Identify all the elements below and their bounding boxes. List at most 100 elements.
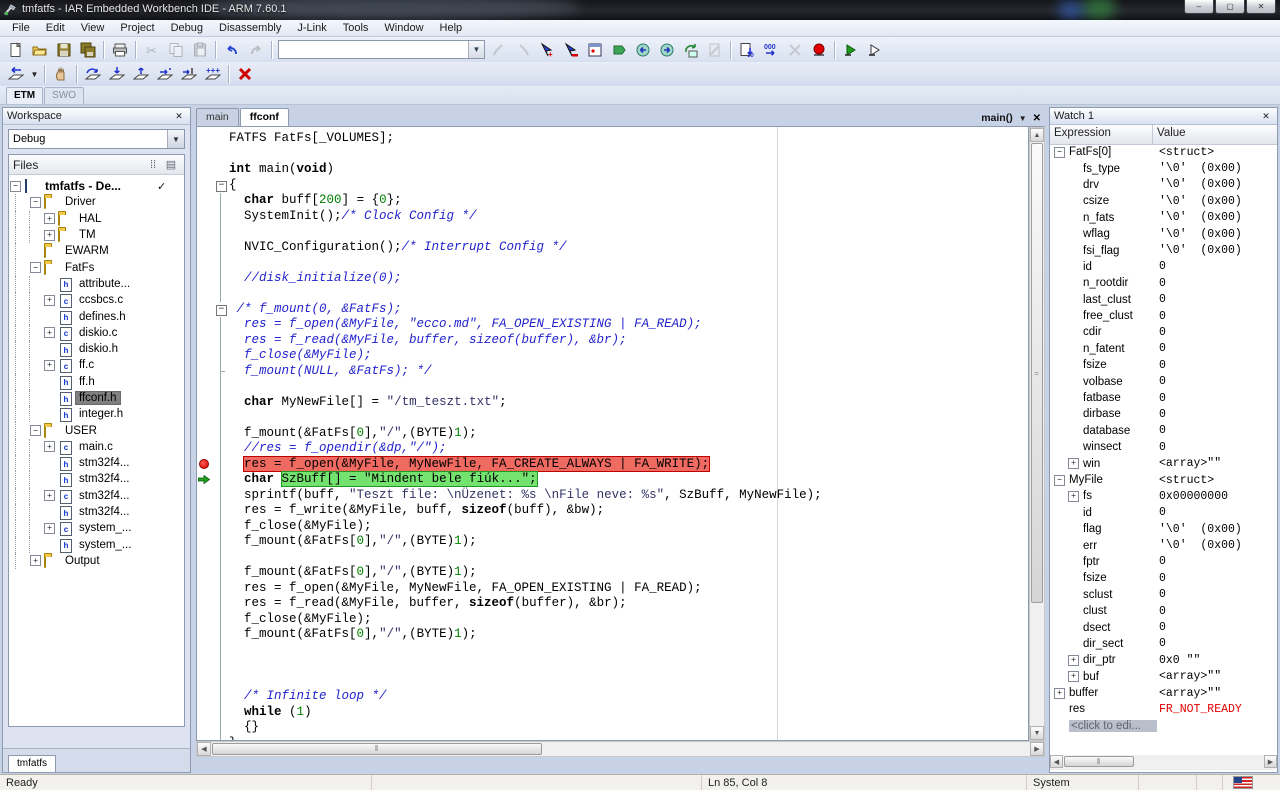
- watch-row-free-clust[interactable]: +free_clust0: [1050, 308, 1277, 324]
- navigate-back-button[interactable]: [631, 39, 655, 61]
- scroll-right-icon[interactable]: ▶: [1264, 755, 1277, 768]
- navigate-forward-button[interactable]: [655, 39, 679, 61]
- watch-row-sclust[interactable]: +sclust0: [1050, 587, 1277, 603]
- watch-row-dsect[interactable]: +dsect0: [1050, 619, 1277, 635]
- tree-item-tmfatfs-de[interactable]: − tmfatfs - De... ✓: [9, 178, 184, 194]
- menu-j-link[interactable]: J-Link: [289, 21, 334, 35]
- watch-row-fatfs-0[interactable]: − FatFs[0] <struct>: [1050, 144, 1277, 160]
- menu-edit[interactable]: Edit: [38, 21, 73, 35]
- watch-horizontal-scrollbar[interactable]: ◀ ⦀ ▶: [1050, 755, 1277, 770]
- attach-to-running-button[interactable]: [807, 39, 831, 61]
- menu-tools[interactable]: Tools: [335, 21, 377, 35]
- scroll-thumb[interactable]: ⦀: [1064, 756, 1134, 767]
- trace-tab-swo[interactable]: SWO: [44, 87, 84, 104]
- collapse-icon[interactable]: −: [30, 196, 41, 208]
- bookmark-flag-button[interactable]: [607, 39, 631, 61]
- watch-row-database[interactable]: +database0: [1050, 423, 1277, 439]
- watch-row-cdir[interactable]: +cdir0: [1050, 324, 1277, 340]
- watch-close-icon[interactable]: ✕: [1259, 110, 1273, 123]
- tree-item-diskio-c[interactable]: + c diskio.c: [9, 324, 184, 341]
- chevron-down-icon[interactable]: ▼: [167, 130, 184, 148]
- tree-item-attribute[interactable]: +hattribute...: [9, 275, 184, 293]
- fold-gutter[interactable]: −: [213, 302, 229, 318]
- watch-row-winsect[interactable]: +winsect0: [1050, 439, 1277, 455]
- watch-row-last-clust[interactable]: +last_clust0: [1050, 292, 1277, 308]
- scroll-thumb[interactable]: ⦀: [212, 743, 542, 755]
- watch-row-win[interactable]: + win <array>"": [1050, 455, 1277, 471]
- expand-icon[interactable]: +: [44, 327, 55, 339]
- expand-icon[interactable]: +: [44, 490, 55, 502]
- step-over-button[interactable]: [81, 63, 105, 85]
- menu-disassembly[interactable]: Disassembly: [211, 21, 289, 35]
- watch-row-err[interactable]: +err'\0' (0x00): [1050, 537, 1277, 553]
- configuration-dropdown[interactable]: Debug ▼: [8, 129, 185, 149]
- watch-row-res[interactable]: +resFR_NOT_READY: [1050, 701, 1277, 717]
- watch-row-dir-sect[interactable]: +dir_sect0: [1050, 636, 1277, 652]
- run-to-cursor-button[interactable]: [177, 63, 201, 85]
- tree-item-user[interactable]: − USER: [9, 422, 184, 439]
- watch-row-fsize[interactable]: +fsize0: [1050, 357, 1277, 373]
- editor-horizontal-scrollbar[interactable]: ◀ ⦀ ▶: [196, 741, 1045, 757]
- go-button[interactable]: +++: [201, 63, 225, 85]
- scroll-right-icon[interactable]: ▶: [1030, 742, 1044, 756]
- tree-item-ff-h[interactable]: +hff.h: [9, 373, 184, 390]
- file-order-icon[interactable]: ▤: [162, 158, 180, 171]
- watch-row-flag[interactable]: +flag'\0' (0x00): [1050, 521, 1277, 537]
- tree-item-stm32f4[interactable]: +hstm32f4...: [9, 471, 184, 488]
- undo-button[interactable]: [220, 39, 244, 61]
- chevron-down-icon[interactable]: ▼: [468, 41, 484, 58]
- tree-item-system[interactable]: + c system_...: [9, 520, 184, 537]
- scroll-left-icon[interactable]: ◀: [197, 742, 211, 756]
- tree-item-fatfs[interactable]: − FatFs: [9, 259, 184, 276]
- reset-button[interactable]: [4, 63, 28, 85]
- watch-row-buffer[interactable]: + buffer <array>"": [1050, 685, 1277, 701]
- save-all-button[interactable]: [76, 39, 100, 61]
- step-out-button[interactable]: [129, 63, 153, 85]
- fold-gutter[interactable]: −: [213, 178, 229, 194]
- scroll-down-icon[interactable]: ▼: [1030, 726, 1044, 740]
- stop-debugging-button[interactable]: [233, 63, 257, 85]
- watch-row-fsi-flag[interactable]: +fsi_flag'\0' (0x00): [1050, 242, 1277, 258]
- watch-row-fatbase[interactable]: +fatbase0: [1050, 390, 1277, 406]
- tree-item-driver[interactable]: − Driver: [9, 194, 184, 211]
- tree-item-stm32f4[interactable]: +hstm32f4...: [9, 503, 184, 521]
- menu-file[interactable]: File: [4, 21, 38, 35]
- tree-item-hal[interactable]: + HAL: [9, 210, 184, 227]
- menu-view[interactable]: View: [73, 21, 113, 35]
- scroll-left-icon[interactable]: ◀: [1050, 755, 1063, 768]
- download-and-debug-button[interactable]: 10: [735, 39, 759, 61]
- expand-icon[interactable]: +: [1068, 490, 1079, 502]
- watch-row-n-rootdir[interactable]: +n_rootdir0: [1050, 275, 1277, 291]
- tree-item-ewarm[interactable]: +EWARM: [9, 243, 184, 260]
- watch-row-csize[interactable]: +csize'\0' (0x00): [1050, 193, 1277, 209]
- tree-item-defines-h[interactable]: +hdefines.h: [9, 308, 184, 325]
- open-file-button[interactable]: [28, 39, 52, 61]
- expand-icon[interactable]: +: [44, 441, 55, 453]
- watch-row-buf[interactable]: + buf <array>"": [1050, 669, 1277, 685]
- expand-icon[interactable]: +: [1068, 458, 1079, 470]
- tree-item-system[interactable]: +hsystem_...: [9, 536, 184, 553]
- scroll-thumb[interactable]: =: [1031, 143, 1043, 603]
- step-into-button[interactable]: [105, 63, 129, 85]
- tree-item-ccsbcs-c[interactable]: + c ccsbcs.c: [9, 292, 184, 309]
- maximize-button[interactable]: ▢: [1215, 0, 1245, 14]
- watch-row-id[interactable]: +id0: [1050, 259, 1277, 275]
- minimize-button[interactable]: –: [1184, 0, 1214, 14]
- watch-row-drv[interactable]: +drv'\0' (0x00): [1050, 177, 1277, 193]
- tree-item-main-c[interactable]: + c main.c: [9, 438, 184, 456]
- expand-icon[interactable]: +: [44, 213, 55, 225]
- watch-row-dir-ptr[interactable]: + dir_ptr 0x0 "": [1050, 652, 1277, 668]
- breakpoints-window-button[interactable]: [583, 39, 607, 61]
- collapse-icon[interactable]: −: [10, 180, 21, 192]
- search-combobox[interactable]: ▼: [278, 40, 485, 59]
- debug-without-downloading-button[interactable]: 000: [759, 39, 783, 61]
- watch-row-dirbase[interactable]: +dirbase0: [1050, 406, 1277, 422]
- tree-item-stm32f4[interactable]: +hstm32f4...: [9, 455, 184, 472]
- expand-icon[interactable]: +: [1068, 671, 1079, 683]
- watch-row-id[interactable]: +id0: [1050, 505, 1277, 521]
- print-button[interactable]: [108, 39, 132, 61]
- reset-options-caret[interactable]: ▼: [28, 63, 41, 85]
- menu-project[interactable]: Project: [112, 21, 162, 35]
- new-file-button[interactable]: [4, 39, 28, 61]
- trace-tab-etm[interactable]: ETM: [6, 87, 44, 104]
